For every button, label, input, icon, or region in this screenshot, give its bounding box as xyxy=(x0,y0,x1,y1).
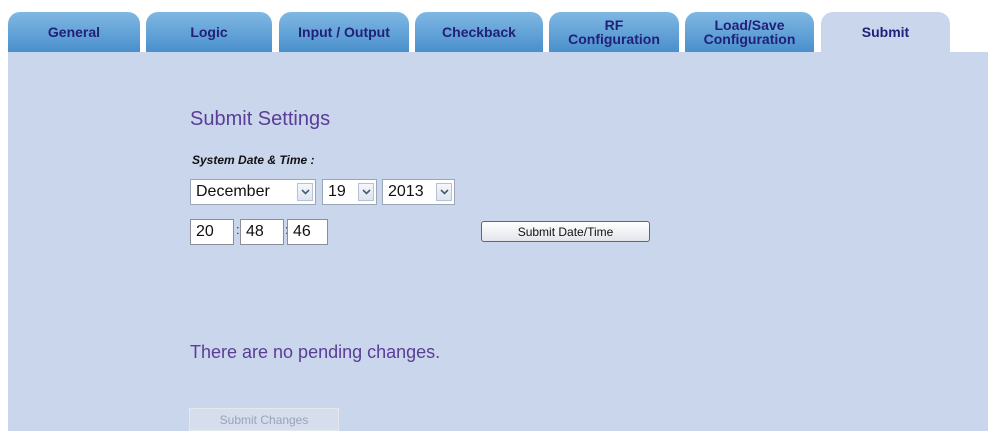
tab-load-save-line1: Load/Save xyxy=(714,17,785,33)
year-select[interactable]: 2013 xyxy=(382,179,455,205)
hour-input[interactable]: 20 xyxy=(190,219,234,245)
chevron-down-icon xyxy=(297,183,313,201)
minute-input[interactable]: 48 xyxy=(240,219,284,245)
tab-rf-configuration-label: RF Configuration xyxy=(568,18,660,46)
month-value: December xyxy=(196,183,270,200)
submit-datetime-button[interactable]: Submit Date/Time xyxy=(481,221,650,242)
tab-bar: General Logic Input / Output Checkback R… xyxy=(0,0,988,52)
month-select[interactable]: December xyxy=(190,179,316,205)
datetime-label: System Date & Time : xyxy=(192,153,315,167)
tab-checkback-label: Checkback xyxy=(442,24,516,40)
tab-general[interactable]: General xyxy=(8,12,140,52)
tab-load-save-label: Load/Save Configuration xyxy=(704,18,796,46)
tab-submit[interactable]: Submit xyxy=(821,12,950,52)
submit-changes-button: Submit Changes xyxy=(189,408,339,431)
tab-input-output[interactable]: Input / Output xyxy=(279,12,409,52)
page-title: Submit Settings xyxy=(190,108,331,130)
tab-logic[interactable]: Logic xyxy=(146,12,272,52)
tab-rf-line2: Configuration xyxy=(568,31,660,47)
tab-general-label: General xyxy=(47,24,101,40)
year-value: 2013 xyxy=(388,183,424,200)
day-value: 19 xyxy=(328,183,346,200)
tab-submit-label: Submit xyxy=(861,24,910,40)
tab-checkback[interactable]: Checkback xyxy=(415,12,543,52)
second-input[interactable]: 46 xyxy=(287,219,328,245)
tab-load-save-line2: Configuration xyxy=(703,31,796,47)
chevron-down-icon xyxy=(358,183,374,201)
tab-rf-configuration[interactable]: RF Configuration xyxy=(549,12,679,52)
tab-rf-line1: RF xyxy=(604,17,624,33)
tab-load-save-configuration[interactable]: Load/Save Configuration xyxy=(685,12,814,52)
pending-changes-message: There are no pending changes. xyxy=(190,342,441,362)
day-select[interactable]: 19 xyxy=(322,179,377,205)
chevron-down-icon xyxy=(436,183,452,201)
tab-input-output-label: Input / Output xyxy=(298,24,390,40)
tab-logic-label: Logic xyxy=(190,24,228,40)
